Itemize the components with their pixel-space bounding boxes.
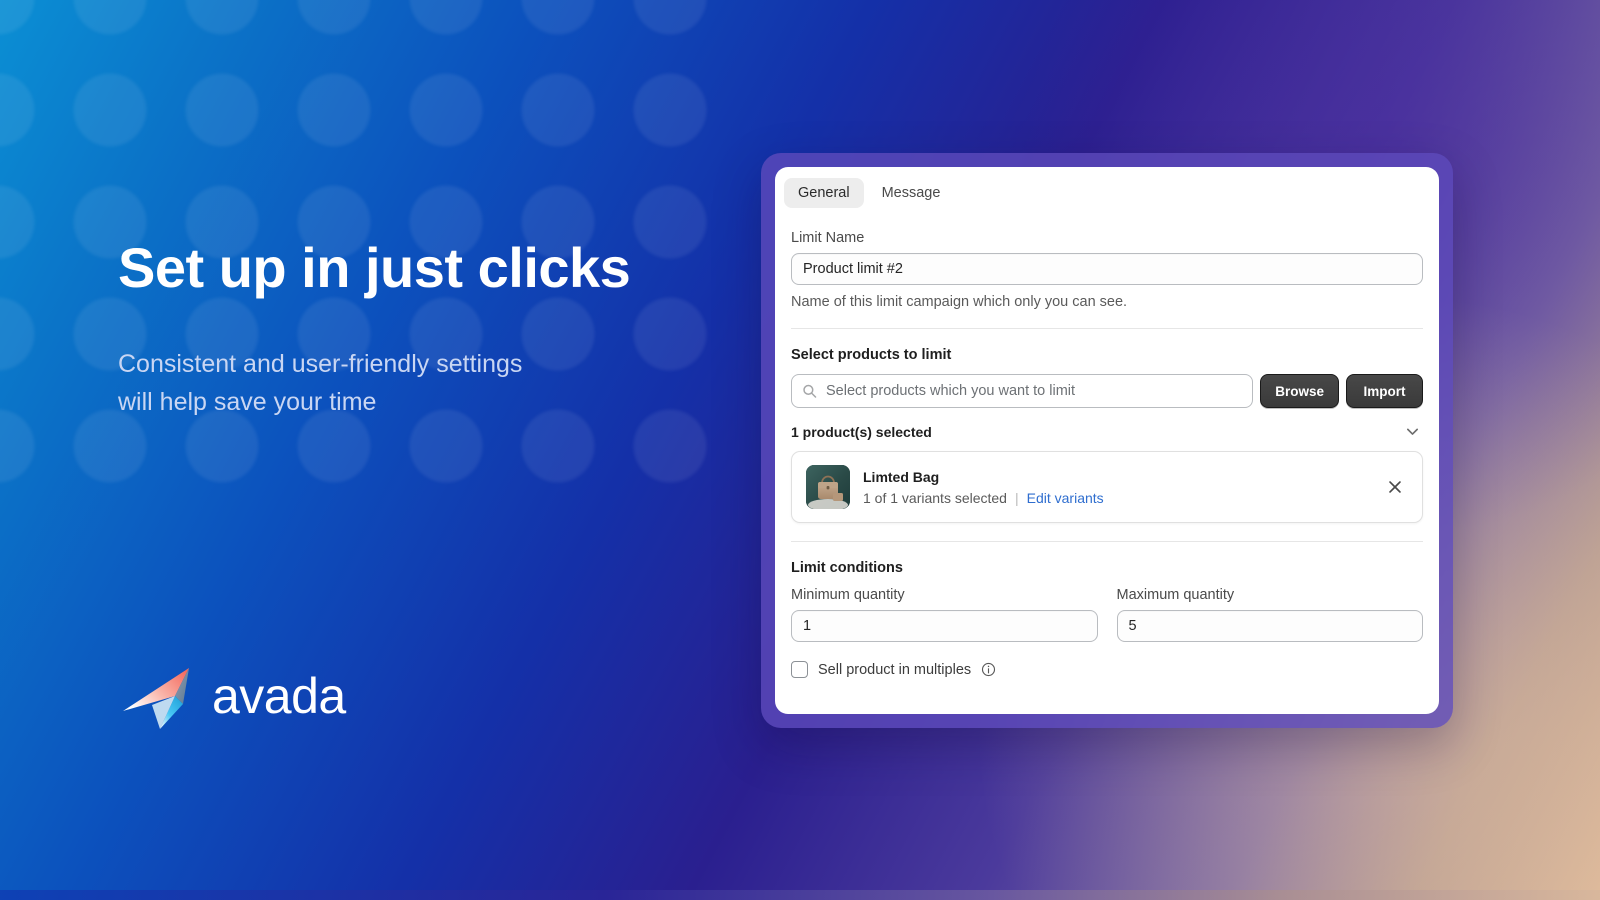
quantity-row: Minimum quantity Maximum quantity [791,587,1423,642]
avada-logo-mark-icon [123,668,189,729]
edit-variants-link[interactable]: Edit variants [1027,490,1104,506]
product-search-row: Browse Import [791,374,1423,408]
limit-conditions-heading: Limit conditions [791,560,903,576]
hero-subheadline: Consistent and user-friendly settings wi… [118,345,678,421]
avada-logo: avada [120,660,346,732]
product-name: Limted Bag [863,468,940,485]
product-variant-line: 1 of 1 variants selected | Edit variants [863,490,1373,506]
product-variants-count: 1 of 1 variants selected [863,489,1007,506]
settings-card: General Message Limit Name Name of this … [775,167,1439,714]
hero-headline: Set up in just clicks [118,236,631,299]
chevron-down-icon[interactable] [1404,423,1421,440]
hero-copy: Set up in just clicks Consistent and use… [118,238,738,421]
hero-subheadline-line-2: will help save your time [118,388,377,417]
hero-stage: Set up in just clicks Consistent and use… [0,0,1600,900]
select-products-heading: Select products to limit [791,347,952,363]
minimum-quantity-group: Minimum quantity [791,587,1098,642]
browse-button[interactable]: Browse [1260,374,1339,408]
selected-products-count: 1 product(s) selected [791,423,932,440]
maximum-quantity-label: Maximum quantity [1116,587,1235,603]
tab-bar: General Message [775,167,1439,208]
import-button[interactable]: Import [1346,374,1423,408]
maximum-quantity-group: Maximum quantity [1116,587,1423,642]
limit-name-input[interactable] [791,253,1423,285]
product-line-separator: | [1014,489,1019,506]
divider-after-limit-name [791,328,1423,329]
selected-product-row: Limted Bag 1 of 1 variants selected | Ed… [791,451,1423,523]
sell-in-multiples-row: Sell product in multiples [791,661,1423,678]
maximum-quantity-input[interactable] [1116,610,1423,642]
tab-general[interactable]: General [784,178,864,208]
product-info: Limted Bag 1 of 1 variants selected | Ed… [863,469,1373,506]
divider-after-products [791,541,1423,542]
handbag-photo-icon [806,465,850,509]
avada-logo-wordmark: avada [212,668,346,724]
product-search-wrapper [791,374,1254,408]
limit-name-label: Limit Name [791,230,865,246]
selected-products-count-row[interactable]: 1 product(s) selected [791,423,1423,440]
sell-in-multiples-checkbox[interactable] [791,661,808,678]
product-thumbnail [806,465,850,509]
product-search-input[interactable] [791,374,1254,408]
minimum-quantity-label: Minimum quantity [791,587,905,603]
settings-body: Limit Name Name of this limit campaign w… [775,208,1439,678]
limit-name-helper-text: Name of this limit campaign which only y… [791,294,1128,310]
info-icon[interactable] [981,662,996,677]
hero-subheadline-line-1: Consistent and user-friendly settings [118,350,523,379]
remove-product-close-icon[interactable] [1386,478,1404,496]
limit-name-field-group: Limit Name Name of this limit campaign w… [791,230,1423,310]
tab-message[interactable]: Message [868,178,955,208]
sell-in-multiples-label: Sell product in multiples [818,661,972,678]
minimum-quantity-input[interactable] [791,610,1098,642]
background-bottom-strip [0,890,1600,900]
